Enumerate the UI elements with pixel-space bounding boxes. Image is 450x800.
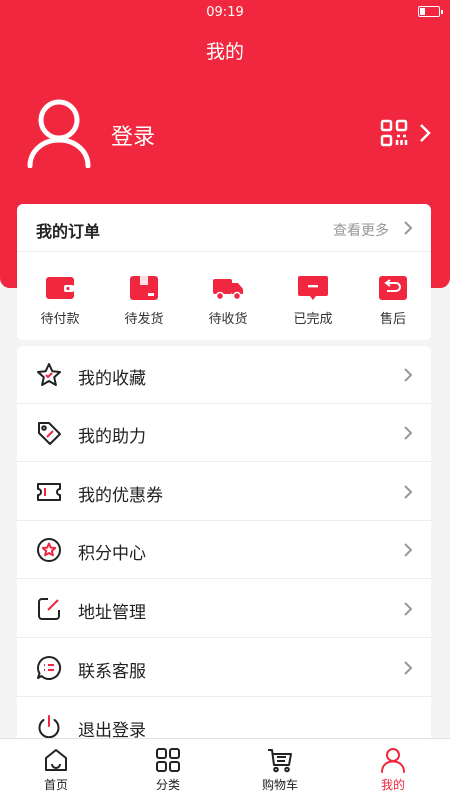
menu-item-address[interactable]: 地址管理 — [17, 580, 431, 638]
truck-icon — [213, 279, 243, 301]
grid-icon — [156, 748, 180, 772]
chevron-right-icon[interactable] — [418, 122, 432, 144]
star-icon — [37, 363, 61, 386]
avatar-icon[interactable] — [26, 98, 92, 168]
message-done-icon — [298, 276, 328, 300]
tab-home[interactable]: 首页 — [16, 739, 96, 800]
order-status-label: 待收货 — [208, 312, 248, 327]
menu-item-label: 我的收藏 — [78, 369, 146, 389]
box-icon — [130, 276, 158, 300]
status-time: 09:19 — [206, 5, 244, 20]
menu-list: 我的收藏 我的助力 我的优惠券 积分中心 地址管理 联系客服 退出登录 — [17, 346, 431, 766]
chevron-right-icon — [404, 485, 413, 499]
menu-item-favorites[interactable]: 我的收藏 — [17, 346, 431, 404]
home-icon — [45, 749, 67, 771]
order-status-after-sales[interactable]: 售后 — [353, 274, 433, 327]
chevron-right-icon — [404, 426, 413, 440]
menu-item-label: 我的助力 — [78, 427, 146, 447]
tab-cart[interactable]: 购物车 — [240, 739, 320, 800]
edit-icon — [38, 598, 60, 620]
page-title: 我的 — [205, 41, 244, 63]
menu-item-points[interactable]: 积分中心 — [17, 521, 431, 579]
order-status-pending-payment[interactable]: 待付款 — [20, 274, 100, 327]
chevron-right-icon — [404, 368, 413, 382]
order-status-label: 售后 — [379, 312, 406, 327]
order-status-to-receive[interactable]: 待收货 — [188, 274, 268, 327]
chevron-right-icon — [404, 602, 413, 616]
orders-card: 我的订单 查看更多 待付款 待发货 待收货 已完成 售后 — [17, 204, 431, 340]
qr-code-icon[interactable] — [380, 119, 408, 147]
bottom-tab-bar: 首页 分类 购物车 我的 — [0, 738, 450, 800]
order-status-to-ship[interactable]: 待发货 — [104, 274, 184, 327]
cart-icon — [268, 749, 292, 773]
chevron-right-icon — [404, 543, 413, 557]
chevron-right-icon — [404, 221, 413, 235]
orders-header[interactable]: 我的订单 查看更多 — [17, 204, 431, 252]
order-status-label: 待付款 — [40, 312, 80, 327]
chat-icon — [37, 655, 61, 680]
menu-item-customer-service[interactable]: 联系客服 — [17, 639, 431, 697]
coupon-icon — [37, 483, 61, 501]
menu-item-coupons[interactable]: 我的优惠券 — [17, 463, 431, 521]
power-icon — [38, 715, 60, 739]
tab-category[interactable]: 分类 — [128, 739, 208, 800]
orders-title: 我的订单 — [36, 222, 101, 241]
login-link[interactable]: 登录 — [111, 119, 155, 151]
menu-item-label: 我的优惠券 — [78, 486, 163, 506]
tab-label: 分类 — [155, 778, 180, 792]
tab-mine[interactable]: 我的 — [353, 739, 433, 800]
order-status-label: 待发货 — [124, 312, 164, 327]
menu-item-label: 地址管理 — [78, 603, 146, 623]
return-icon — [379, 276, 407, 300]
menu-item-assist[interactable]: 我的助力 — [17, 404, 431, 462]
battery-icon — [418, 6, 443, 17]
order-status-label: 已完成 — [293, 312, 333, 327]
tab-label: 首页 — [43, 778, 68, 792]
status-bar: 09:19 — [0, 0, 450, 24]
points-icon — [37, 538, 61, 562]
order-status-completed[interactable]: 已完成 — [273, 274, 353, 327]
tab-label: 我的 — [380, 778, 405, 792]
wallet-icon — [46, 277, 74, 299]
chevron-right-icon — [404, 661, 413, 675]
view-more-link[interactable]: 查看更多 — [333, 220, 389, 240]
user-icon — [381, 748, 405, 773]
tab-label: 购物车 — [261, 778, 298, 792]
menu-item-label: 联系客服 — [78, 662, 146, 682]
menu-item-label: 积分中心 — [78, 544, 146, 564]
tag-icon — [38, 422, 61, 445]
